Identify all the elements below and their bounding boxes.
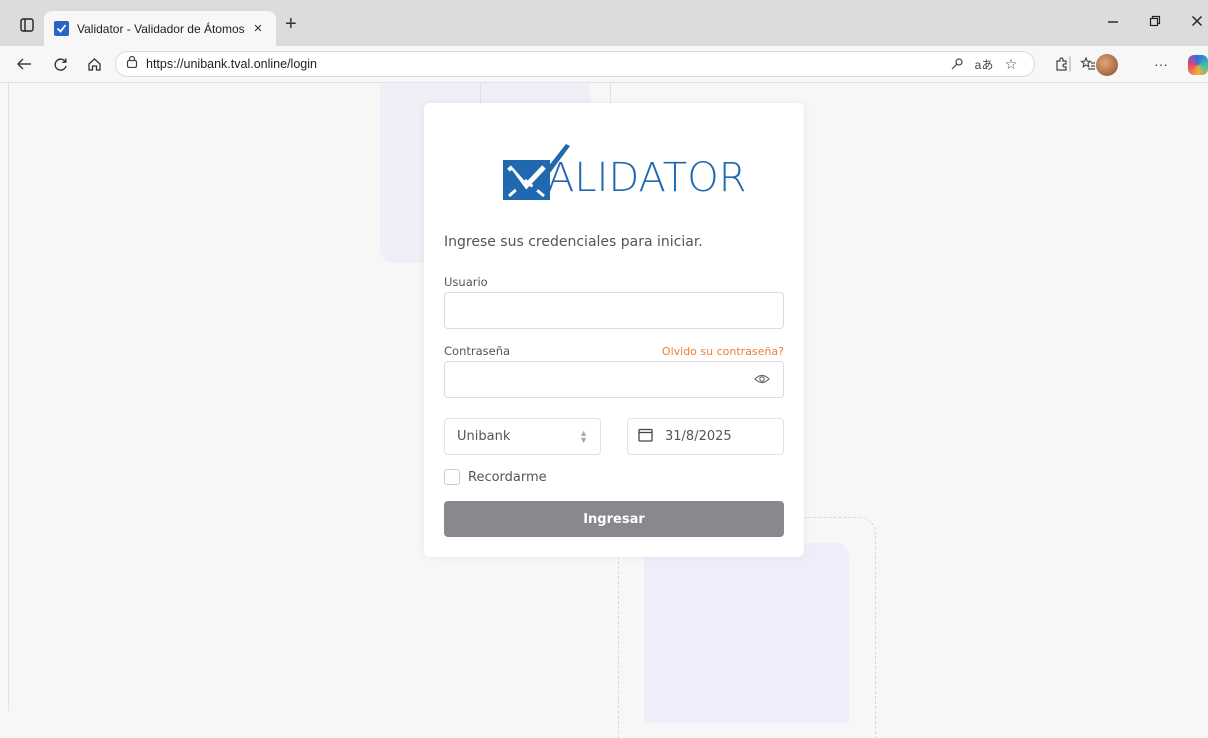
new-tab-icon[interactable]: + (285, 14, 297, 34)
key-icon[interactable] (946, 54, 968, 74)
url-text: https://unibank.tval.online/login (146, 57, 317, 71)
submit-button[interactable]: Ingresar (444, 501, 784, 537)
lock-icon[interactable] (126, 55, 138, 73)
company-select[interactable]: Unibank ▲ ▼ (444, 418, 601, 455)
remember-label[interactable]: Recordarme (468, 470, 547, 485)
remember-row: Recordarme (444, 469, 547, 485)
password-input[interactable] (444, 361, 784, 398)
tab-close-icon[interactable]: × (250, 20, 266, 37)
date-input[interactable]: 31/8/2025 (627, 418, 784, 455)
username-label: Usuario (444, 275, 488, 289)
read-aloud-icon[interactable]: aあ (973, 54, 995, 74)
active-tab[interactable]: Validator - Validador de Átomos × (44, 11, 276, 46)
date-value: 31/8/2025 (665, 429, 732, 444)
sidebar-icon[interactable] (16, 14, 38, 36)
favorite-star-icon[interactable]: ☆ (1000, 54, 1022, 74)
logo-text: ALIDATOR (547, 155, 747, 201)
forgot-password-link[interactable]: Olvido su contraseña? (662, 345, 784, 358)
copilot-icon[interactable] (1188, 55, 1208, 75)
toolbar-divider: | (1067, 55, 1073, 72)
url-field[interactable]: https://unibank.tval.online/login (115, 51, 1035, 77)
calendar-icon[interactable] (638, 427, 653, 447)
password-label: Contraseña (444, 344, 511, 358)
profile-avatar[interactable] (1096, 54, 1118, 76)
validator-favicon-icon (54, 21, 69, 36)
select-arrows-icon: ▲ ▼ (579, 427, 588, 445)
login-card: ALIDATOR Ingrese sus credenciales para i… (424, 103, 804, 557)
page-left-edge (8, 83, 9, 711)
more-icon[interactable]: ··· (1150, 54, 1172, 74)
home-icon[interactable] (82, 53, 106, 75)
intro-text: Ingrese sus credenciales para iniciar. (444, 234, 703, 250)
back-icon[interactable] (12, 53, 36, 75)
eye-icon[interactable] (754, 373, 770, 385)
minimize-icon[interactable] (1102, 14, 1124, 31)
tab-bar: Validator - Validador de Átomos × + (0, 0, 1208, 46)
address-bar: https://unibank.tval.online/login aあ ☆ |… (0, 46, 1208, 83)
background-decoration-bottom (644, 543, 849, 723)
restore-icon[interactable] (1144, 14, 1166, 31)
company-select-value: Unibank (457, 429, 511, 444)
remember-checkbox[interactable] (444, 469, 460, 485)
tab-title: Validator - Validador de Átomos (77, 21, 245, 36)
username-input[interactable] (444, 292, 784, 329)
refresh-icon[interactable] (48, 53, 72, 75)
close-icon[interactable] (1186, 14, 1208, 31)
